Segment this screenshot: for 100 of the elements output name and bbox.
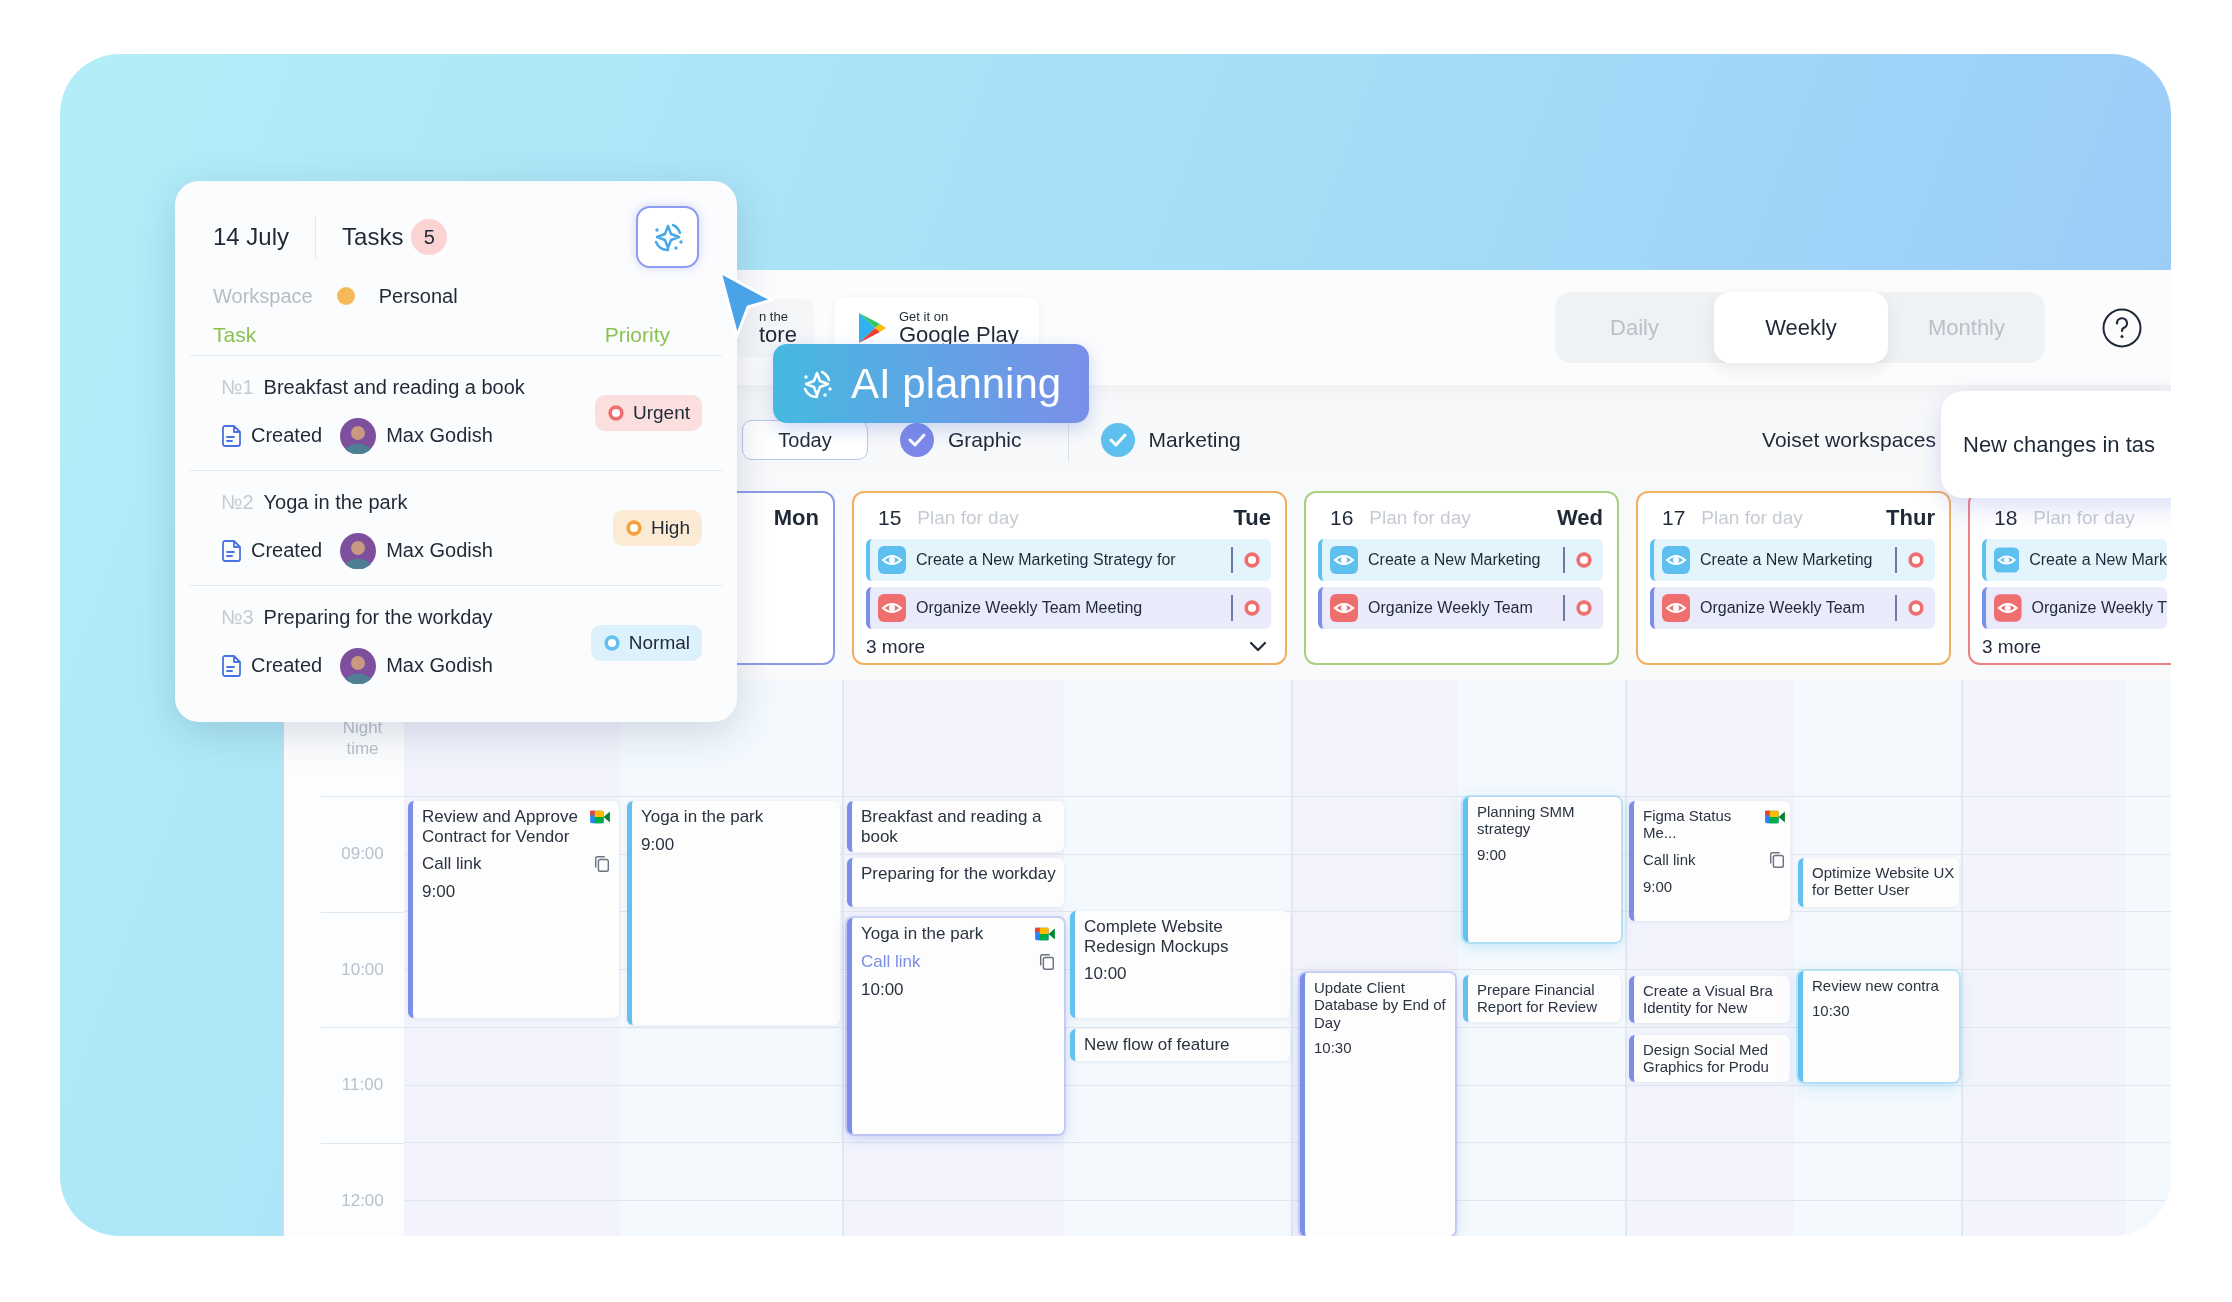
assignee-name: Max Godish (386, 654, 493, 677)
avatar-icon (340, 647, 377, 684)
event-title: Review and Approve Contract for Vendor (422, 807, 579, 847)
copy-icon[interactable] (593, 854, 611, 875)
help-icon (2102, 307, 2142, 348)
play-store-icon (857, 310, 887, 345)
view-tab[interactable]: Weekly (1714, 292, 1888, 363)
day-name: Wed (1556, 505, 1603, 531)
eye-icon (1662, 546, 1690, 574)
event-title: Create a Visual Bra Identity for New (1643, 982, 1774, 1017)
event-time: 10:00 (1084, 964, 1128, 984)
event-title: Complete Website Redesign Mockups (1084, 917, 1230, 957)
event-title: Breakfast and reading a book (861, 807, 1043, 847)
calendar-event[interactable]: New flow of feature (1070, 1029, 1290, 1061)
document-icon (221, 538, 243, 563)
plan-label: Plan for day (917, 507, 1019, 529)
workspace-filter[interactable]: Graphic (900, 423, 1022, 457)
event-title: Optimize Website UX for Better User (1812, 864, 1955, 899)
chevron-down-icon[interactable] (1249, 641, 1267, 653)
badge-caption: Get it on (899, 309, 950, 324)
task-status: Created (251, 424, 323, 447)
calendar-event[interactable]: Review new contra 10:30 (1798, 971, 1959, 1082)
time-label: 09:00 (341, 844, 384, 865)
plan-item-title: Create a New Marketing (1368, 551, 1542, 569)
help-button[interactable] (2102, 307, 2142, 348)
plan-item-title: Organize Weekly T (2031, 599, 2167, 617)
time-label: Night time (341, 716, 384, 760)
call-link[interactable]: Call link (1643, 850, 1696, 869)
day-card[interactable]: 15 Plan for day Tue Create a New Marketing Strategy for Organize Weekly Team Meeting 3 more (852, 491, 1287, 665)
calendar-event[interactable]: Create a Visual Bra Identity for New (1629, 976, 1790, 1023)
event-time: 10:00 (861, 979, 905, 1000)
badge-title: tore (759, 324, 798, 346)
event-time: 10:30 (1314, 1038, 1353, 1056)
calendar-event[interactable]: Yoga in the park Call link 10:00 (847, 918, 1064, 1134)
plan-item[interactable]: Organize Weekly Team (1318, 587, 1603, 629)
flag-ring-icon (1575, 551, 1593, 569)
event-time: 9:00 (641, 834, 676, 855)
plan-item[interactable]: Organize Weekly Team Meeting (866, 587, 1271, 629)
event-time: 9:00 (422, 882, 457, 902)
day-number: 17 (1662, 506, 1686, 530)
plan-item[interactable]: Organize Weekly T (1982, 587, 2167, 629)
ai-planning-button[interactable] (636, 206, 699, 268)
event-title: Update Client Database by End of Day (1314, 979, 1447, 1031)
day-card[interactable]: 17 Plan for day Thur Create a New Marketing Organize Weekly Team (1636, 491, 1951, 665)
workspaces-label: Voiset workspaces (1762, 428, 1936, 452)
banner-label: AI planning (851, 359, 1062, 408)
document-icon (221, 423, 243, 448)
event-title: Planning SMM strategy (1477, 803, 1576, 838)
video-camera-icon[interactable] (1764, 808, 1786, 826)
plan-item[interactable]: Create a New Marketing (1650, 539, 1935, 581)
workspace-filter[interactable]: Marketing (1100, 423, 1241, 457)
flag-ring-icon (1907, 599, 1925, 617)
column-header: Task (213, 323, 257, 347)
calendar-event[interactable]: Breakfast and reading a book (847, 801, 1064, 853)
assignee-name: Max Godish (386, 539, 493, 562)
event-title: Figma Status Me... (1643, 807, 1733, 842)
copy-icon[interactable] (1038, 951, 1056, 972)
time-label: 11:00 (341, 1075, 384, 1096)
calendar-event[interactable]: Yoga in the park 9:00 (627, 801, 840, 1025)
task-status: Created (251, 654, 323, 677)
task-title: Preparing for the workday (263, 606, 493, 629)
eye-icon (1994, 594, 2022, 622)
video-camera-icon[interactable] (589, 808, 611, 826)
copy-icon[interactable] (1768, 849, 1786, 870)
flag-ring-icon (1243, 551, 1261, 569)
calendar-event[interactable]: Figma Status Me... Call link 9:00 (1629, 801, 1790, 921)
video-camera-icon[interactable] (1034, 925, 1056, 943)
plan-item[interactable]: Create a New Marketing Strategy for (866, 539, 1271, 581)
calendar-event[interactable]: Planning SMM strategy 9:00 (1463, 797, 1621, 942)
event-title: Design Social Med Graphics for Produ (1643, 1041, 1770, 1076)
date-label: 14 July (213, 223, 290, 251)
calendar-event[interactable]: Complete Website Redesign Mockups 10:00 (1070, 911, 1290, 1018)
calendar-event[interactable]: Preparing for the workday (847, 858, 1064, 907)
plan-label: Plan for day (1369, 507, 1471, 529)
eye-icon (1662, 594, 1690, 622)
day-card[interactable]: 16 Plan for day Wed Create a New Marketing Organize Weekly Team (1304, 491, 1619, 665)
today-button[interactable]: Today (742, 420, 868, 460)
event-title: Yoga in the park (861, 924, 984, 944)
plan-item[interactable]: Create a New Mark (1982, 539, 2167, 581)
plan-item[interactable]: Organize Weekly Team (1650, 587, 1935, 629)
plan-item-title: Organize Weekly Team Meeting (916, 599, 1144, 617)
assignee-name: Max Godish (386, 424, 493, 447)
event-time: 9:00 (1477, 845, 1508, 863)
flag-ring-icon (1907, 551, 1925, 569)
priority-label: Urgent (632, 402, 690, 424)
calendar-event[interactable]: Update Client Database by End of Day 10:30 (1300, 973, 1455, 1236)
calendar-event[interactable]: Optimize Website UX for Better User (1798, 858, 1959, 907)
avatar-icon (340, 532, 377, 569)
more-link[interactable]: 3 more (866, 636, 926, 658)
badge-title: Google Play (899, 324, 1019, 346)
task-status: Created (251, 539, 323, 562)
calendar-event[interactable]: Review and Approve Contract for Vendor Call link 9:00 (408, 801, 619, 1018)
more-link[interactable]: 3 more (1982, 636, 2042, 658)
call-link[interactable]: Call link (422, 854, 482, 874)
event-title: New flow of feature (1084, 1035, 1230, 1055)
calendar-event[interactable]: Design Social Med Graphics for Produ (1629, 1035, 1790, 1082)
plan-item-title: Organize Weekly Team (1700, 599, 1866, 617)
calendar-event[interactable]: Prepare Financial Report for Review (1463, 975, 1621, 1022)
plan-item[interactable]: Create a New Marketing (1318, 539, 1603, 581)
notification-text: New changes in tas (1963, 431, 2155, 458)
